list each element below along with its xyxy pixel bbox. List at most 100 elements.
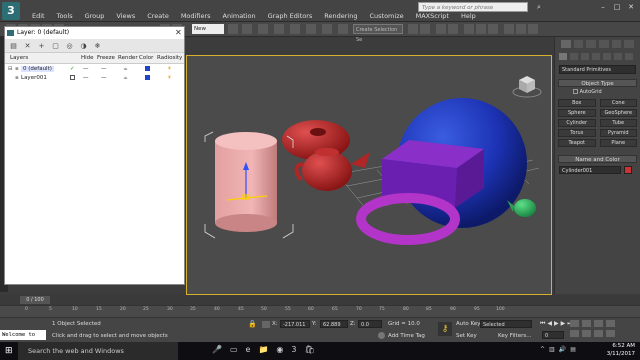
rendered-frame-window-icon[interactable] <box>516 24 526 34</box>
edit-named-selection-icon[interactable] <box>338 24 348 34</box>
orbit-icon[interactable] <box>594 330 603 337</box>
highlight-layer-icon[interactable]: ◎ <box>65 42 74 50</box>
next-frame-icon[interactable]: ▶ <box>561 320 566 328</box>
hierarchy-tab-icon[interactable] <box>586 40 597 48</box>
time-slider-thumb[interactable]: 0 / 100 <box>20 296 50 304</box>
maxscript-listener-input[interactable]: Welcome to <box>0 330 46 340</box>
menu-customize[interactable]: Customize <box>363 12 409 20</box>
ribbon-icon[interactable] <box>448 24 458 34</box>
active-layer-checkbox[interactable] <box>70 75 75 80</box>
menu-graph-editors[interactable]: Graph Editors <box>262 12 319 20</box>
freeze-all-icon[interactable]: ❄ <box>93 42 102 50</box>
col-color[interactable]: Color <box>139 55 153 61</box>
autogrid-checkbox[interactable] <box>573 89 578 94</box>
schematic-view-icon[interactable] <box>476 24 486 34</box>
menu-create[interactable]: Create <box>141 12 175 20</box>
field-of-view-icon[interactable] <box>570 330 579 337</box>
motion-tab-icon[interactable] <box>599 40 609 48</box>
lock-selection-icon[interactable]: 🔒 <box>248 320 257 328</box>
microphone-icon[interactable]: 🎤 <box>212 345 222 354</box>
current-frame-input[interactable]: 0 <box>542 331 564 339</box>
create-tab-icon[interactable] <box>561 40 571 48</box>
layer-manager-icon[interactable] <box>436 24 446 34</box>
layer-color-swatch[interactable] <box>145 75 150 80</box>
menu-help[interactable]: Help <box>455 12 482 20</box>
dialog-close-icon[interactable]: ✕ <box>175 28 182 37</box>
zoom-extents-icon[interactable] <box>594 320 603 327</box>
add-to-layer-icon[interactable]: + <box>37 42 46 50</box>
curve-editor-icon[interactable] <box>464 24 474 34</box>
col-hide[interactable]: Hide <box>81 55 94 61</box>
menu-edit[interactable]: Edit <box>26 12 51 20</box>
time-tag-icon[interactable] <box>378 332 385 339</box>
cone-button[interactable]: Cone <box>599 99 637 107</box>
delete-layer-icon[interactable]: ✕ <box>23 42 32 50</box>
chrome-icon[interactable]: ◉ <box>276 345 283 354</box>
menu-maxscript[interactable]: MAXScript <box>410 12 455 20</box>
spinner-snap-icon[interactable] <box>322 24 332 34</box>
lights-icon[interactable] <box>581 53 589 60</box>
plane-button[interactable]: Plane <box>599 139 637 147</box>
layer-hide-toggle[interactable]: — <box>83 75 89 81</box>
layer-freeze-toggle[interactable]: — <box>101 75 107 81</box>
zoom-all-icon[interactable] <box>582 320 591 327</box>
menu-rendering[interactable]: Rendering <box>318 12 363 20</box>
angle-snap-icon[interactable] <box>290 24 300 34</box>
layer-color-swatch[interactable] <box>145 66 150 71</box>
search-input[interactable]: Type a keyword or phrase <box>418 2 528 12</box>
shapes-icon[interactable] <box>570 53 578 60</box>
col-freeze[interactable]: Freeze <box>97 55 115 61</box>
minimize-button[interactable]: – <box>596 2 610 12</box>
key-mode-dropdown[interactable]: Selected <box>480 320 532 328</box>
percent-snap-icon[interactable] <box>306 24 316 34</box>
explorer-icon[interactable]: 📁 <box>258 345 268 354</box>
render-teapot-icon[interactable]: ☕ <box>123 66 128 72</box>
reference-coordinate-dropdown[interactable]: New <box>192 24 224 34</box>
create-layer-icon[interactable]: ▤ <box>9 42 18 50</box>
tray-chevron-icon[interactable]: ^ <box>540 346 545 353</box>
utilities-tab-icon[interactable] <box>624 40 635 48</box>
pan-icon[interactable] <box>582 330 591 337</box>
perspective-viewport[interactable] <box>186 55 552 295</box>
teapot-button[interactable]: Teapot <box>558 139 596 147</box>
sphere-button[interactable]: Sphere <box>558 109 596 117</box>
key-filters-button[interactable]: Key Filters... <box>498 333 531 339</box>
object-name-input[interactable]: Cylinder001 <box>559 166 621 174</box>
store-icon[interactable]: 🛍 <box>305 345 315 354</box>
play-icon[interactable]: ▶ <box>554 320 559 328</box>
cameras-icon[interactable] <box>592 53 600 60</box>
z-coordinate-input[interactable]: 0.0 <box>358 320 382 328</box>
add-time-tag-button[interactable]: Add Time Tag <box>388 333 425 339</box>
keyboard-shortcut-icon[interactable] <box>258 24 268 34</box>
name-and-color-rollout-header[interactable]: Name and Color <box>558 155 637 163</box>
select-objects-icon[interactable]: ▢ <box>51 42 60 50</box>
clock-date[interactable]: 3/11/2017 <box>595 351 635 357</box>
geosphere-button[interactable]: GeoSphere <box>599 109 637 117</box>
time-slider[interactable] <box>0 295 640 305</box>
absolute-mode-icon[interactable] <box>262 321 270 328</box>
clock-time[interactable]: 6:52 AM <box>595 343 635 349</box>
edge-icon[interactable]: e <box>246 345 251 354</box>
teapot-object[interactable] <box>302 151 352 191</box>
key-icon[interactable]: ⚷ <box>438 322 452 336</box>
windows-start-icon[interactable]: ⊞ <box>5 346 13 356</box>
layer-row[interactable]: ▪ Layer001 — — ☕ ☀ <box>5 74 184 82</box>
expand-icon[interactable]: ⊟ <box>8 66 13 72</box>
mirror-icon[interactable] <box>408 24 418 34</box>
menu-group[interactable]: Group <box>79 12 111 20</box>
pivot-icon[interactable] <box>228 24 238 34</box>
layer-name[interactable]: 0 (default) <box>21 66 54 72</box>
close-button[interactable]: ✕ <box>624 2 638 12</box>
object-color-swatch[interactable] <box>624 166 632 174</box>
select-manipulate-icon[interactable] <box>242 24 252 34</box>
col-radiosity[interactable]: Radiosity <box>157 55 182 61</box>
volume-icon[interactable]: 🔊 <box>559 346 566 353</box>
cylinder-button[interactable]: Cylinder <box>558 119 596 127</box>
material-editor-icon[interactable] <box>488 24 498 34</box>
menu-modifiers[interactable]: Modifiers <box>175 12 217 20</box>
layer-name[interactable]: Layer001 <box>21 75 47 81</box>
hide-all-icon[interactable]: ◑ <box>79 42 88 50</box>
torus-button[interactable]: Torus <box>558 129 596 137</box>
active-layer-check-icon[interactable]: ✓ <box>70 66 75 72</box>
teapot-green-object[interactable] <box>514 199 536 217</box>
